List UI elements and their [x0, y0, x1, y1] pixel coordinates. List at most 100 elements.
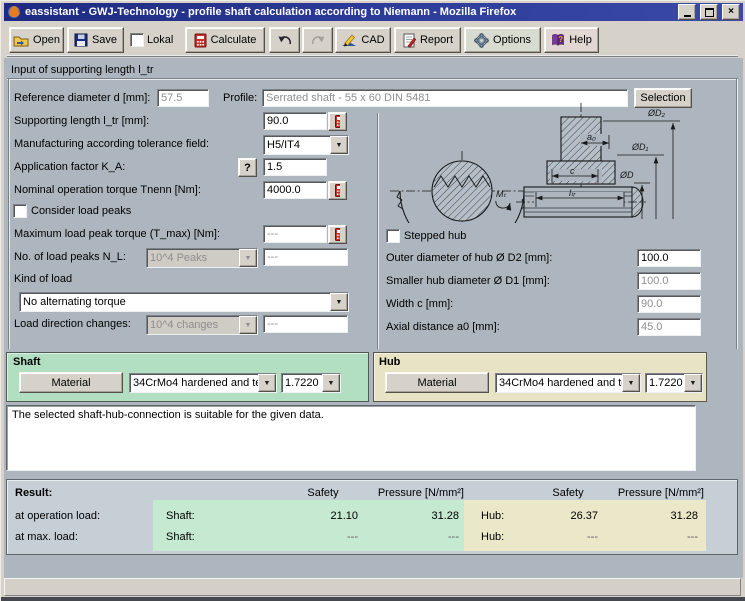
options-button[interactable]: Options	[464, 27, 541, 53]
application-factor-help-button[interactable]: ?	[238, 158, 257, 177]
kind-of-load-value: No alternating torque	[20, 293, 330, 311]
dim-c-label: c	[570, 166, 575, 176]
kind-of-load-select[interactable]: No alternating torque ▼	[19, 292, 349, 312]
chevron-down-icon[interactable]: ▼	[322, 374, 340, 392]
lokal-checkbox[interactable]	[130, 33, 144, 47]
axial-distance-label: Axial distance a0 [mm]:	[386, 321, 500, 334]
report-button[interactable]: Report	[394, 27, 461, 53]
floppy-icon	[74, 33, 88, 47]
application-factor-field[interactable]: 1.5	[263, 158, 327, 176]
supporting-length-calc-button[interactable]	[328, 112, 347, 131]
shaft-material-button[interactable]: Material	[19, 372, 123, 393]
calculator-icon	[335, 228, 340, 241]
result-title: Result:	[15, 487, 52, 500]
calculate-button[interactable]: Calculate	[185, 27, 265, 53]
hub-panel-title: Hub	[379, 356, 400, 369]
message-box[interactable]: The selected shaft-hub-connection is sui…	[6, 405, 696, 471]
result-row-hub-safety: ---	[528, 531, 598, 543]
load-direction-select: 10^4 changes ▼	[146, 315, 258, 335]
calculator-icon	[194, 33, 207, 48]
load-direction-field: ---	[263, 315, 348, 333]
result-row-shaft-safety: 21.10	[288, 510, 358, 522]
report-label: Report	[420, 34, 453, 46]
report-icon	[402, 33, 416, 48]
dim-mt-label: Mₜ	[496, 189, 506, 199]
result-header-shaft-safety: Safety	[288, 487, 358, 499]
result-row-shaft-label: Shaft:	[166, 531, 195, 544]
app-window: eassistant - GWJ-Technology - profile sh…	[0, 0, 745, 601]
maximize-button[interactable]	[700, 4, 718, 20]
chevron-down-icon: ▼	[239, 249, 257, 267]
max-peak-torque-calc-button[interactable]	[328, 225, 347, 244]
nominal-torque-calc-button[interactable]	[328, 181, 347, 200]
help-label: Help	[569, 34, 592, 46]
cad-button[interactable]: CAD	[335, 27, 391, 53]
dim-d2-label: ØD₂	[647, 108, 666, 118]
result-row-shaft-safety: ---	[288, 531, 358, 543]
close-button[interactable]: ×	[722, 4, 740, 20]
consider-load-peaks-checkbox[interactable]	[13, 204, 27, 218]
dim-d-label: ØD	[619, 170, 634, 180]
result-row-label: at max. load:	[15, 531, 78, 544]
chevron-down-icon[interactable]: ▼	[622, 374, 640, 392]
dim-d1-label: ØD₁	[631, 142, 649, 152]
nominal-torque-label: Nominal operation torque Tnenn [Nm]:	[14, 184, 201, 197]
lokal-label: Lokal	[147, 34, 173, 47]
chevron-down-icon[interactable]: ▼	[330, 293, 348, 311]
title-bar: eassistant - GWJ-Technology - profile sh…	[4, 3, 743, 21]
hub-material-select[interactable]: 34CrMo4 hardened and tempered ▼	[495, 373, 641, 393]
stepped-hub-checkbox[interactable]	[386, 229, 400, 243]
result-row-hub-label: Hub:	[481, 531, 504, 544]
hub-side-view: a₀ c lₜᵣ Mₜ ØD₂ ØD₁ ØD	[496, 103, 680, 219]
section-title: Input of supporting length l_tr	[11, 64, 153, 77]
max-peak-torque-label: Maximum load peak torque (T_max) [Nm]:	[14, 228, 220, 241]
chevron-down-icon[interactable]: ▼	[258, 374, 276, 392]
maximize-icon	[705, 8, 714, 17]
firefox-icon	[7, 5, 21, 19]
minimize-button[interactable]	[678, 4, 696, 20]
result-row-hub-safety: 26.37	[528, 510, 598, 522]
cad-pen-icon	[341, 33, 357, 47]
chevron-down-icon[interactable]: ▼	[330, 136, 348, 154]
toolbar-divider	[7, 55, 738, 56]
result-row-hub-pressure: ---	[604, 531, 698, 543]
smaller-diameter-label: Smaller hub diameter Ø D1 [mm]:	[386, 275, 550, 288]
open-label: Open	[33, 34, 60, 46]
load-peaks-field: ---	[263, 248, 348, 266]
result-row-hub-label: Hub:	[481, 510, 504, 523]
shaft-material-value: 34CrMo4 hardened and tempered	[130, 374, 258, 392]
result-row-shaft-pressure: ---	[364, 531, 459, 543]
help-question-glyph: ?	[558, 35, 563, 44]
nominal-torque-field[interactable]: 4000.0	[263, 181, 327, 199]
tolerance-select[interactable]: H5/IT4 ▼	[263, 135, 349, 155]
shaft-material-select[interactable]: 34CrMo4 hardened and tempered ▼	[129, 373, 277, 393]
window-title: eassistant - GWJ-Technology - profile sh…	[25, 6, 674, 18]
redo-button[interactable]	[302, 27, 333, 53]
window-bottom-edge	[1, 597, 745, 601]
result-shaft-band	[153, 500, 464, 551]
hub-material-number-select[interactable]: 1.7220 ▼	[645, 373, 703, 393]
form-center-divider	[377, 113, 378, 349]
open-button[interactable]: Open	[9, 27, 64, 53]
shaft-material-number-select[interactable]: 1.7220 ▼	[281, 373, 341, 393]
save-button[interactable]: Save	[67, 27, 124, 53]
result-row-shaft-pressure: 31.28	[364, 510, 459, 522]
load-direction-select-value: 10^4 changes	[147, 316, 239, 334]
redo-icon	[310, 33, 326, 47]
hub-material-value: 34CrMo4 hardened and tempered	[496, 374, 622, 392]
result-row-hub-pressure: 31.28	[604, 510, 698, 522]
calculator-icon	[335, 184, 340, 197]
outer-diameter-field[interactable]: 100.0	[637, 249, 701, 267]
chevron-down-icon[interactable]: ▼	[684, 374, 702, 392]
form-right-border	[736, 79, 737, 349]
supporting-length-field[interactable]: 90.0	[263, 112, 327, 130]
load-peaks-select: 10^4 Peaks ▼	[146, 248, 258, 268]
shaft-cross-section	[390, 151, 534, 223]
hub-material-button[interactable]: Material	[385, 372, 489, 393]
width-c-label: Width c [mm]:	[386, 298, 453, 311]
dim-a0-label: a₀	[587, 132, 596, 142]
gear-icon	[474, 33, 489, 48]
undo-button[interactable]	[269, 27, 300, 53]
help-button[interactable]: ? Help	[544, 27, 599, 53]
help-book-icon: ?	[551, 33, 565, 47]
